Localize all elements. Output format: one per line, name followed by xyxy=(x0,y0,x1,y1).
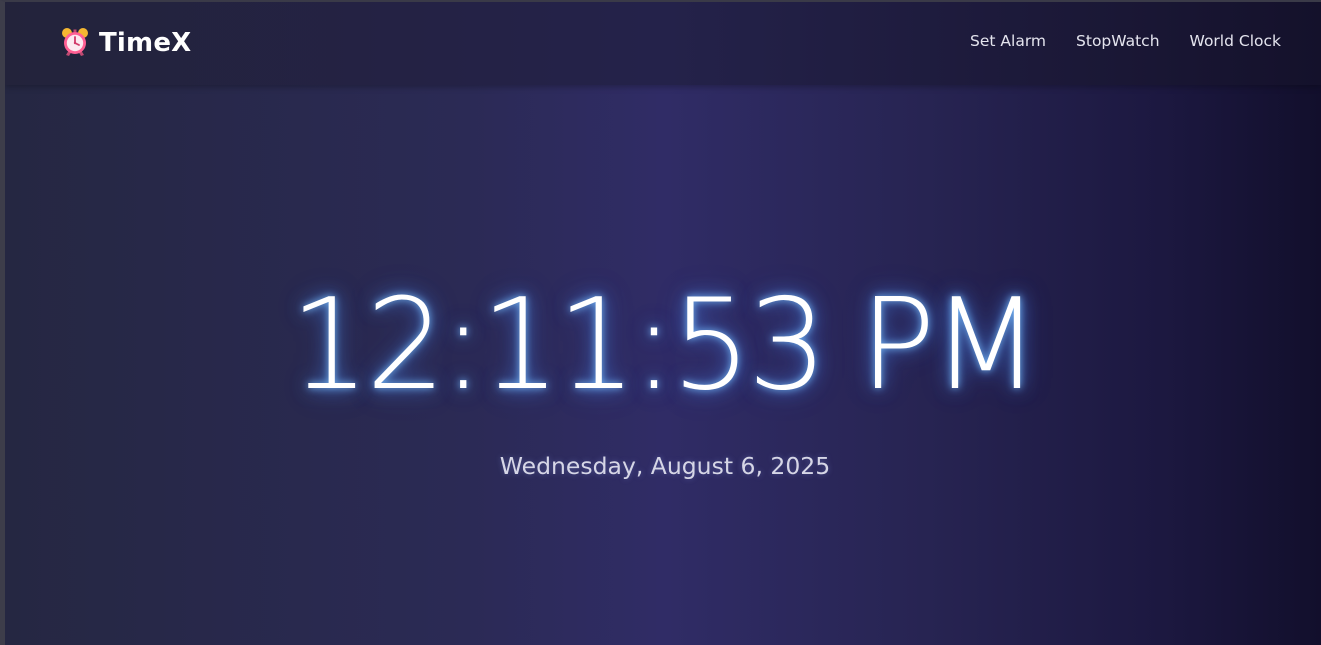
app-window: TimeX Set Alarm StopWatch World Clock 12… xyxy=(0,0,1321,645)
clock-time: 12:11:53 PM xyxy=(289,271,1041,418)
brand-name: TimeX xyxy=(99,28,192,58)
brand[interactable]: TimeX xyxy=(60,24,191,62)
clock-date: Wednesday, August 6, 2025 xyxy=(499,452,831,480)
alarm-clock-icon xyxy=(60,26,90,60)
nav-link-stopwatch[interactable]: StopWatch xyxy=(1076,32,1160,50)
navbar: TimeX Set Alarm StopWatch World Clock xyxy=(5,2,1321,85)
nav-links: Set Alarm StopWatch World Clock xyxy=(970,32,1281,50)
nav-link-set-alarm[interactable]: Set Alarm xyxy=(970,32,1046,50)
nav-link-world-clock[interactable]: World Clock xyxy=(1190,32,1281,50)
